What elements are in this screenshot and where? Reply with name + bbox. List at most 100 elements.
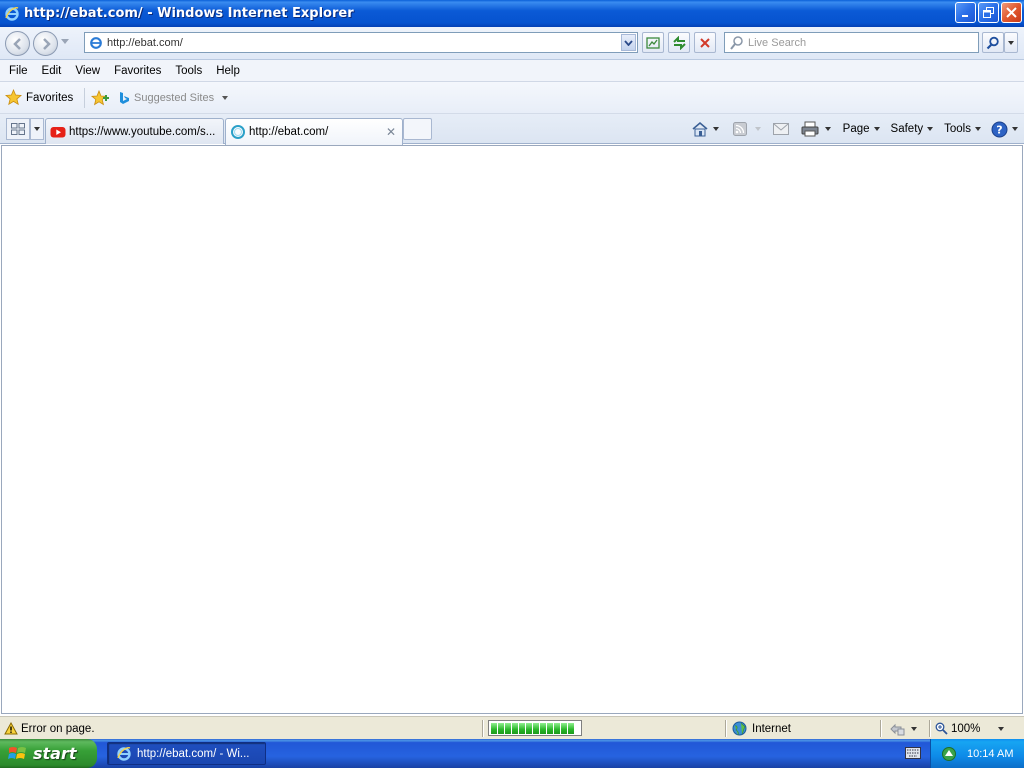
title-bar[interactable]: http://ebat.com/ - Windows Internet Expl… (0, 0, 1024, 27)
favorites-button[interactable]: Favorites (5, 89, 73, 106)
page-icon (90, 36, 102, 49)
minimize-button[interactable] (955, 2, 976, 23)
caret-down-icon (927, 127, 934, 131)
compatibility-view-button[interactable] (642, 32, 664, 53)
refresh-icon (672, 35, 686, 50)
tab-list-dropdown[interactable] (30, 118, 44, 140)
tools-menu-button[interactable]: Tools (944, 123, 981, 135)
menu-edit[interactable]: Edit (35, 60, 69, 82)
progress-segment (547, 722, 553, 734)
restore-icon (983, 7, 994, 18)
zoom-button[interactable]: 100% (935, 719, 1005, 738)
caret-down-icon[interactable] (754, 127, 761, 131)
network-icon[interactable] (941, 746, 957, 762)
menu-help[interactable]: Help (209, 60, 247, 82)
address-bar[interactable] (84, 32, 638, 53)
status-bar: Error on page. Internet 100% (0, 716, 1024, 739)
close-button[interactable] (1001, 2, 1022, 23)
caret-down-icon[interactable] (712, 127, 719, 131)
back-button[interactable] (5, 31, 30, 56)
tab-ebat[interactable]: http://ebat.com/ ✕ (225, 118, 403, 145)
status-message: Error on page. (21, 722, 95, 735)
stop-icon (700, 37, 710, 48)
restore-button[interactable] (978, 2, 999, 23)
page-content-area[interactable] (1, 145, 1023, 714)
progress-segment (512, 722, 518, 734)
warning-icon (4, 722, 18, 735)
help-button[interactable]: ? (991, 121, 1018, 138)
read-mail-button[interactable] (772, 123, 789, 135)
error-indicator[interactable]: Error on page. (4, 719, 95, 738)
zone-label: Internet (752, 722, 791, 735)
suggested-sites-label: Suggested Sites (134, 92, 215, 104)
caret-down-icon (34, 127, 40, 131)
chevron-down-icon (624, 39, 633, 46)
safety-menu-button[interactable]: Safety (891, 123, 934, 135)
new-tab-button[interactable] (403, 118, 432, 140)
progress-segment (540, 722, 546, 734)
quick-tabs-button[interactable] (6, 118, 30, 140)
address-dropdown-button[interactable] (621, 34, 636, 51)
menu-file[interactable]: File (0, 60, 35, 82)
clock[interactable]: 10:14 AM (967, 748, 1013, 760)
menu-bar: File Edit View Favorites Tools Help (0, 60, 1024, 82)
search-input[interactable] (748, 36, 973, 49)
progress-bar (488, 720, 582, 736)
favorites-separator (84, 88, 85, 108)
caret-down-icon (1012, 127, 1018, 131)
progress-segment (519, 722, 525, 734)
arrow-left-icon (12, 37, 21, 50)
protected-mode-button[interactable] (889, 719, 917, 738)
favorites-bar: Favorites Suggested Sites (0, 82, 1024, 114)
forward-button[interactable] (33, 31, 58, 56)
window-title: http://ebat.com/ - Windows Internet Expl… (24, 6, 354, 21)
tab-youtube[interactable]: https://www.youtube.com/s... (45, 118, 224, 144)
tab-label: http://ebat.com/ (249, 126, 329, 138)
address-input[interactable] (107, 36, 617, 49)
search-options-dropdown[interactable] (1004, 32, 1018, 53)
search-box[interactable] (724, 32, 979, 53)
keyboard-icon[interactable] (905, 747, 921, 759)
mail-icon (772, 123, 789, 135)
feeds-button[interactable] (732, 122, 761, 136)
close-tab-icon[interactable]: ✕ (386, 125, 396, 139)
menu-tools[interactable]: Tools (168, 60, 209, 82)
start-button[interactable]: start (0, 739, 97, 768)
progress-segment (505, 722, 511, 734)
zoom-level: 100% (951, 722, 981, 735)
command-bar: Page Safety Tools ? (683, 118, 1018, 140)
compatibility-icon (646, 36, 660, 49)
caret-down-icon[interactable] (824, 127, 831, 131)
protected-mode-icon (890, 723, 905, 735)
zoom-icon (935, 722, 948, 735)
taskbar-item-ie[interactable]: http://ebat.com/ - Wi... (107, 742, 266, 765)
security-zone[interactable]: Internet (732, 719, 791, 738)
loading-icon (231, 125, 245, 139)
printer-icon (801, 121, 819, 137)
caret-down-icon (911, 726, 917, 731)
caret-down-icon (873, 127, 880, 131)
tab-label: https://www.youtube.com/s... (69, 125, 216, 138)
magnifier-icon (986, 36, 999, 49)
arrow-right-icon (42, 37, 51, 50)
recent-pages-dropdown[interactable] (61, 39, 69, 44)
menu-favorites[interactable]: Favorites (107, 60, 168, 82)
refresh-button[interactable] (668, 32, 690, 53)
stop-button[interactable] (694, 32, 716, 53)
print-button[interactable] (801, 121, 831, 137)
start-label: start (33, 744, 77, 763)
safety-menu-label: Safety (890, 123, 924, 135)
page-menu-button[interactable]: Page (843, 123, 880, 135)
add-to-favorites-bar-icon[interactable] (90, 89, 110, 107)
svg-text:?: ? (996, 123, 1002, 136)
page-menu-label: Page (842, 123, 870, 135)
caret-down-icon (1008, 40, 1014, 45)
menu-view[interactable]: View (68, 60, 107, 82)
home-button[interactable] (691, 121, 719, 137)
search-button[interactable] (982, 32, 1004, 53)
internet-explorer-icon (5, 6, 19, 21)
status-divider (482, 720, 484, 737)
progress-segment (491, 722, 497, 734)
suggested-sites-button[interactable]: Suggested Sites (118, 91, 229, 105)
taskbar-item-label: http://ebat.com/ - Wi... (137, 747, 250, 760)
